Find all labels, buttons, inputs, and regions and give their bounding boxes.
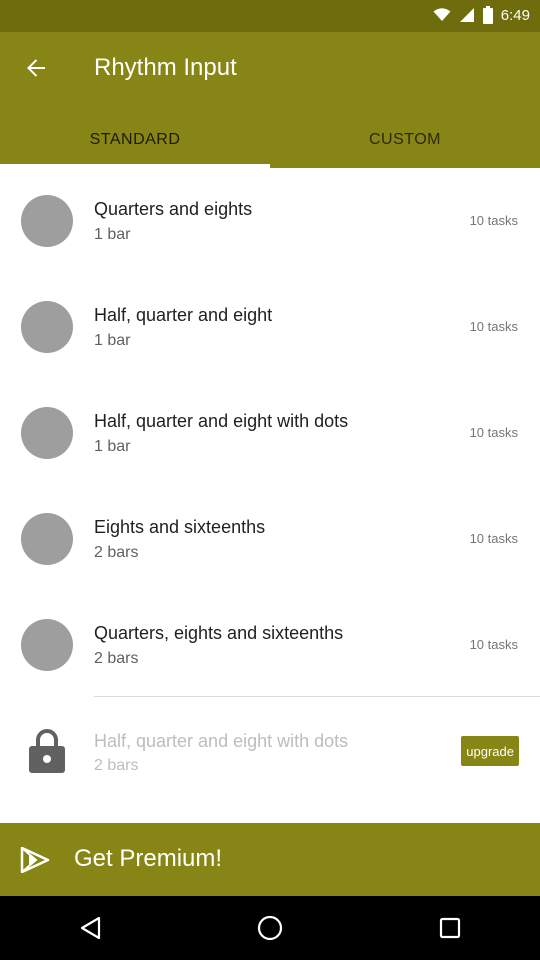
- system-nav-bar: [0, 896, 540, 960]
- status-bar: 6:49: [0, 0, 540, 32]
- list-item[interactable]: Quarters and eights 1 bar 10 tasks: [0, 168, 540, 274]
- tab-standard[interactable]: STANDARD: [0, 112, 270, 168]
- tab-bar: STANDARD CUSTOM: [0, 112, 540, 168]
- list-item-subtitle: 1 bar: [94, 438, 131, 455]
- list-item[interactable]: Quarters, eights and sixteenths 2 bars 1…: [0, 592, 540, 698]
- exercise-circle-icon: [21, 619, 73, 671]
- tab-custom[interactable]: CUSTOM: [270, 112, 540, 168]
- exercise-list: Quarters and eights 1 bar 10 tasks Half,…: [0, 168, 540, 698]
- exercise-circle-icon: [21, 301, 73, 353]
- status-icons: 6:49: [433, 6, 530, 24]
- app-bar: Rhythm Input STANDARD CUSTOM: [0, 32, 540, 168]
- list-item[interactable]: Half, quarter and eight 1 bar 10 tasks: [0, 274, 540, 380]
- exercise-circle-icon: [21, 195, 73, 247]
- list-item[interactable]: Half, quarter and eight with dots 1 bar …: [0, 380, 540, 486]
- wifi-icon: [433, 8, 451, 21]
- arrow-left-icon: [27, 59, 45, 77]
- list-item-count: 10 tasks: [469, 425, 518, 440]
- home-circle-icon: [257, 915, 283, 941]
- list-item-count: 10 tasks: [469, 531, 518, 546]
- nav-home-button[interactable]: [180, 896, 360, 960]
- back-triangle-icon: [80, 916, 101, 940]
- list-item-subtitle: 1 bar: [94, 226, 131, 243]
- nav-recents-button[interactable]: [360, 896, 540, 960]
- list-item-title: Quarters, eights and sixteenths: [94, 623, 344, 643]
- battery-icon: [482, 6, 493, 24]
- locked-item-subtitle: 2 bars: [94, 757, 139, 774]
- recents-square-icon: [439, 917, 461, 939]
- list-item-title: Quarters and eights: [94, 199, 253, 219]
- lock-icon: [29, 729, 65, 773]
- list-item-count: 10 tasks: [469, 213, 518, 228]
- list-item-subtitle: 2 bars: [94, 544, 139, 561]
- page-title: Rhythm Input: [94, 54, 237, 81]
- back-button[interactable]: [12, 44, 60, 92]
- signal-icon: [459, 8, 474, 22]
- list-item-count: 10 tasks: [469, 319, 518, 334]
- play-store-icon: [20, 847, 50, 873]
- list-item-title: Half, quarter and eight with dots: [94, 411, 349, 431]
- list-item-subtitle: 1 bar: [94, 332, 131, 349]
- locked-item-title: Half, quarter and eight with dots: [94, 731, 349, 751]
- locked-list-item[interactable]: Half, quarter and eight with dots 2 bars…: [0, 697, 540, 803]
- list-item-title: Eights and sixteenths: [94, 517, 266, 537]
- list-item[interactable]: Eights and sixteenths 2 bars 10 tasks: [0, 486, 540, 592]
- exercise-circle-icon: [21, 513, 73, 565]
- status-time: 6:49: [500, 6, 530, 24]
- upgrade-button[interactable]: upgrade: [461, 736, 519, 766]
- get-premium-label: Get Premium!: [74, 845, 223, 872]
- exercise-circle-icon: [21, 407, 73, 459]
- nav-back-button[interactable]: [0, 896, 180, 960]
- list-item-count: 10 tasks: [469, 637, 518, 652]
- get-premium-banner[interactable]: Get Premium!: [0, 823, 540, 896]
- list-item-subtitle: 2 bars: [94, 650, 139, 667]
- list-item-title: Half, quarter and eight: [94, 305, 273, 325]
